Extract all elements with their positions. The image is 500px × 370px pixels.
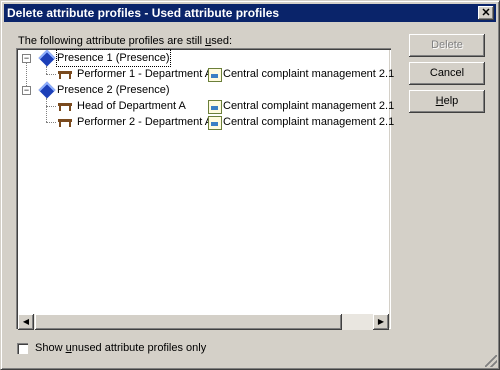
close-button[interactable]: ✕	[478, 6, 494, 20]
attribute-profile-tree[interactable]: − Presence 1 (Presence) Performer 1 - De…	[16, 48, 395, 329]
tree-connector	[46, 122, 56, 123]
delete-button-label: Delete	[431, 39, 463, 51]
help-button-label: elp	[443, 95, 459, 107]
document-icon	[208, 68, 222, 82]
help-button[interactable]: Help	[409, 90, 485, 113]
dialog-window: Delete attribute profiles - Used attribu…	[0, 0, 500, 370]
scroll-right-button[interactable]: ▶	[373, 314, 389, 330]
tree-connector	[46, 98, 47, 122]
tree-node-presence-2[interactable]: − Presence 2 (Presence)	[22, 81, 387, 99]
tree-connector	[46, 74, 56, 75]
document-icon	[208, 100, 222, 114]
help-mnemonic: H	[435, 95, 444, 107]
horizontal-scrollbar[interactable]: ◀ ▶	[18, 314, 389, 330]
tree-node-label: Presence 1 (Presence)	[56, 49, 171, 67]
performer-label: Head of Department A	[77, 100, 186, 112]
tree-connector	[46, 106, 56, 107]
close-icon: ✕	[481, 7, 491, 19]
cancel-button[interactable]: Cancel	[409, 62, 485, 85]
collapse-glyph: −	[23, 85, 30, 95]
checkbox-text-end: nused attribute profiles only	[71, 342, 207, 354]
collapse-icon[interactable]: −	[22, 54, 31, 63]
tree-connector	[46, 66, 47, 74]
collapse-glyph: −	[23, 53, 30, 63]
resize-grip-icon[interactable]	[485, 355, 497, 367]
tree-node-performer[interactable]: Performer 1 - Department A Central compl…	[56, 66, 395, 82]
arrow-right-icon: ▶	[377, 317, 385, 326]
caption-text-start: The following attribute profiles are sti…	[18, 35, 206, 47]
presence-icon	[38, 81, 56, 99]
document-icon	[208, 116, 222, 130]
checkbox-text-start: Show	[35, 342, 66, 354]
performer-label: Performer 1 - Department A	[77, 68, 213, 80]
collapse-icon[interactable]: −	[22, 86, 31, 95]
performer-label: Performer 2 - Department A	[77, 116, 213, 128]
scroll-left-button[interactable]: ◀	[18, 314, 34, 330]
performer-icon	[58, 119, 72, 127]
arrow-left-icon: ◀	[22, 317, 30, 326]
tree-caption: The following attribute profiles are sti…	[18, 35, 232, 47]
process-label: Central complaint management 2.1	[223, 68, 395, 80]
caption-text-end: sed:	[211, 35, 233, 47]
tree-node-performer[interactable]: Performer 2 - Department A Central compl…	[56, 114, 395, 130]
tree-node-performer[interactable]: Head of Department A Central complaint m…	[56, 98, 395, 114]
cancel-button-label: Cancel	[429, 67, 465, 79]
process-label: Central complaint management 2.1	[223, 116, 395, 128]
title-bar[interactable]: Delete attribute profiles - Used attribu…	[4, 4, 496, 22]
checkbox-box[interactable]	[17, 343, 28, 354]
tree-node-presence-1[interactable]: − Presence 1 (Presence)	[22, 49, 387, 67]
performer-icon	[58, 103, 72, 111]
performer-icon	[58, 71, 72, 79]
tree-node-label: Presence 2 (Presence)	[57, 84, 170, 96]
delete-button[interactable]: Delete	[409, 34, 485, 57]
scrollbar-thumb[interactable]	[35, 314, 342, 330]
dialog-title: Delete attribute profiles - Used attribu…	[7, 6, 280, 20]
presence-icon	[38, 49, 56, 67]
process-label: Central complaint management 2.1	[223, 100, 395, 112]
checkbox-label: Show unused attribute profiles only	[35, 342, 206, 354]
